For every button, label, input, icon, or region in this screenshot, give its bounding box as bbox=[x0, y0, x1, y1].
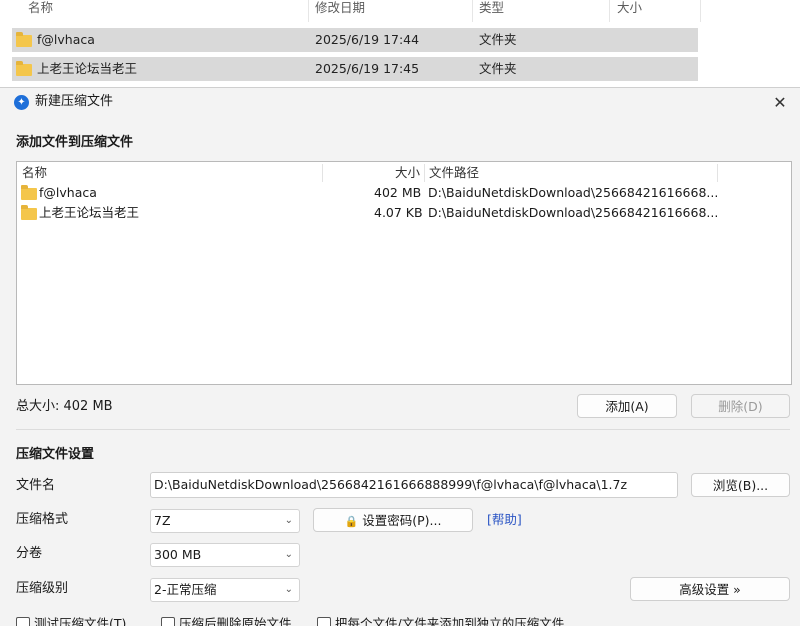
format-select-value: 7Z bbox=[154, 513, 171, 528]
explorer-row-type: 文件夹 bbox=[479, 32, 517, 47]
compression-level-select[interactable]: 2-正常压缩 ⌄ bbox=[150, 578, 300, 602]
file-list-row[interactable]: 上老王论坛当老王 4.07 KB D:\BaiduNetdiskDownload… bbox=[19, 203, 789, 223]
filename-input[interactable]: D:\BaiduNetdiskDownload\2566842161666888… bbox=[150, 472, 678, 498]
explorer-row-type: 文件夹 bbox=[479, 61, 517, 76]
file-list-row-name: f@lvhaca bbox=[39, 185, 97, 200]
column-modified[interactable]: 修改日期 bbox=[315, 0, 365, 22]
filename-label: 文件名 bbox=[16, 478, 56, 493]
explorer-row[interactable]: f@lvhaca 2025/6/19 17:44 文件夹 bbox=[12, 28, 698, 52]
split-select[interactable]: 300 MB ⌄ bbox=[150, 543, 300, 567]
list-column-separator[interactable] bbox=[717, 164, 718, 182]
split-label: 分卷 bbox=[16, 546, 43, 561]
format-select[interactable]: 7Z ⌄ bbox=[150, 509, 300, 533]
explorer-row-name: f@lvhaca bbox=[37, 32, 95, 47]
chevron-down-icon: ⌄ bbox=[284, 584, 293, 595]
column-separator[interactable] bbox=[609, 0, 610, 22]
list-column-path[interactable]: 文件路径 bbox=[429, 164, 479, 182]
add-button[interactable]: 添加(A) bbox=[577, 394, 677, 418]
section-divider bbox=[16, 429, 790, 430]
file-list-row-name: 上老王论坛当老王 bbox=[39, 205, 140, 220]
folder-icon bbox=[16, 61, 32, 76]
add-files-section-title: 添加文件到压缩文件 bbox=[16, 135, 134, 150]
column-name[interactable]: 名称 bbox=[28, 0, 53, 22]
split-select-value: 300 MB bbox=[154, 547, 202, 562]
column-size[interactable]: 大小 bbox=[617, 0, 642, 22]
folder-icon bbox=[16, 32, 32, 47]
format-label: 压缩格式 bbox=[16, 512, 69, 527]
column-separator[interactable] bbox=[308, 0, 309, 22]
folder-icon bbox=[21, 205, 37, 220]
explorer-row-modified: 2025/6/19 17:44 bbox=[315, 32, 420, 47]
list-column-size[interactable]: 大小 bbox=[395, 164, 420, 182]
file-explorer-background: 名称 修改日期 类型 大小 f@lvhaca 2025/6/19 17:44 文… bbox=[0, 0, 800, 88]
file-list-row-size: 4.07 KB bbox=[374, 205, 423, 220]
explorer-row-name: 上老王论坛当老王 bbox=[37, 61, 138, 76]
app-icon: ✦ bbox=[14, 95, 29, 110]
lock-icon: 🔒 bbox=[344, 515, 359, 528]
new-archive-dialog: ✦ 新建压缩文件 ✕ 添加文件到压缩文件 名称 大小 文件路径 f@lvhaca… bbox=[0, 87, 800, 626]
file-list-row-path: D:\BaiduNetdiskDownload\25668421616668..… bbox=[428, 185, 719, 200]
file-list-row-size: 402 MB bbox=[374, 185, 422, 200]
folder-icon bbox=[21, 185, 37, 200]
file-list[interactable]: 名称 大小 文件路径 f@lvhaca 402 MB D:\BaiduNetdi… bbox=[16, 161, 792, 385]
explorer-header: 名称 修改日期 类型 大小 bbox=[0, 0, 800, 22]
compression-level-label: 压缩级别 bbox=[16, 581, 69, 596]
explorer-row-modified: 2025/6/19 17:45 bbox=[315, 61, 420, 76]
help-link[interactable]: [帮助] bbox=[487, 510, 522, 530]
list-column-name[interactable]: 名称 bbox=[22, 164, 47, 182]
browse-button[interactable]: 浏览(B)... bbox=[691, 473, 790, 497]
explorer-row[interactable]: 上老王论坛当老王 2025/6/19 17:45 文件夹 bbox=[12, 57, 698, 81]
dialog-titlebar[interactable]: ✦ 新建压缩文件 ✕ bbox=[0, 88, 800, 118]
column-type[interactable]: 类型 bbox=[479, 0, 504, 22]
archive-settings-section-title: 压缩文件设置 bbox=[16, 447, 95, 462]
column-separator[interactable] bbox=[700, 0, 701, 22]
set-password-label: 设置密码(P)... bbox=[362, 513, 442, 528]
file-list-row[interactable]: f@lvhaca 402 MB D:\BaiduNetdiskDownload\… bbox=[19, 183, 789, 203]
chevron-down-icon: ⌄ bbox=[284, 515, 293, 526]
chevron-down-icon: ⌄ bbox=[284, 549, 293, 560]
file-list-row-path: D:\BaiduNetdiskDownload\25668421616668..… bbox=[428, 205, 719, 220]
compression-level-value: 2-正常压缩 bbox=[154, 582, 217, 597]
list-column-separator[interactable] bbox=[322, 164, 323, 182]
column-separator[interactable] bbox=[472, 0, 473, 22]
advanced-settings-button[interactable]: 高级设置 » bbox=[630, 577, 790, 601]
delete-button[interactable]: 删除(D) bbox=[691, 394, 790, 418]
total-size-label: 总大小: 402 MB bbox=[16, 399, 113, 414]
list-column-separator[interactable] bbox=[424, 164, 425, 182]
dialog-title: 新建压缩文件 bbox=[35, 94, 114, 109]
set-password-button[interactable]: 🔒 设置密码(P)... bbox=[313, 508, 473, 532]
close-icon[interactable]: ✕ bbox=[766, 90, 794, 116]
